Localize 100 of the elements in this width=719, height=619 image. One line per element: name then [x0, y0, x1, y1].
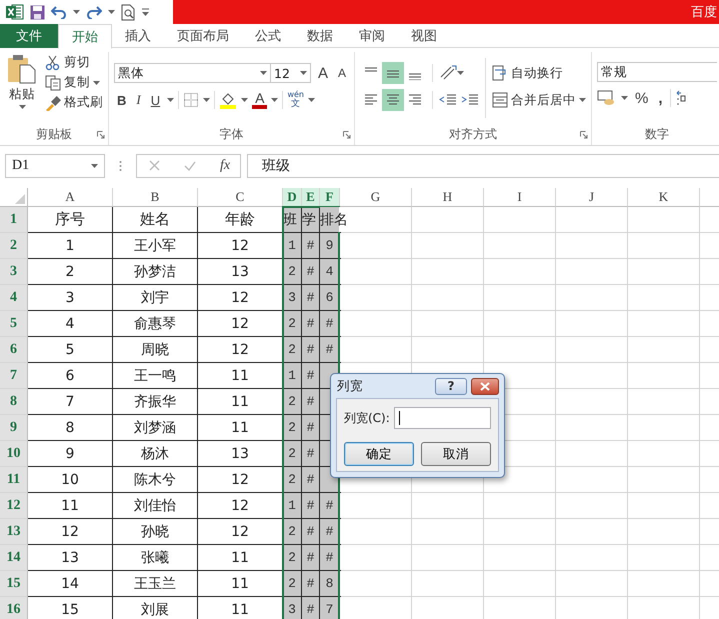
- ribbon-tab[interactable]: 审阅: [346, 24, 398, 48]
- ribbon-tab[interactable]: 数据: [294, 24, 346, 48]
- merge-center-icon[interactable]: [492, 92, 508, 108]
- brush-icon[interactable]: [45, 94, 61, 110]
- paste-label[interactable]: 粘贴: [9, 86, 35, 103]
- align-left-icon[interactable]: [364, 93, 378, 107]
- column-header[interactable]: I: [484, 188, 556, 207]
- middle-align-button[interactable]: [382, 62, 404, 84]
- row-header[interactable]: 2: [0, 233, 28, 259]
- column-header[interactable]: K: [628, 188, 700, 207]
- caret-icon[interactable]: [308, 98, 316, 102]
- close-button[interactable]: [471, 378, 499, 394]
- row-header[interactable]: 3: [0, 259, 28, 285]
- row-header[interactable]: 13: [0, 519, 28, 545]
- caret-icon[interactable]: [579, 98, 586, 102]
- font-size-dropdown[interactable]: 12: [270, 63, 311, 83]
- underline-button[interactable]: U: [148, 92, 164, 108]
- copy-icon[interactable]: [45, 74, 61, 90]
- row-header[interactable]: 16: [0, 597, 28, 619]
- copy-button[interactable]: 复制: [64, 74, 90, 91]
- caret-icon[interactable]: [18, 105, 26, 109]
- name-box[interactable]: D1: [5, 154, 105, 178]
- redo-icon[interactable]: [86, 5, 102, 19]
- row-header[interactable]: 11: [0, 467, 28, 493]
- undo-icon[interactable]: [51, 5, 67, 19]
- ribbon-tab[interactable]: 视图: [398, 24, 450, 48]
- caret-icon[interactable]: [108, 10, 115, 14]
- percent-button[interactable]: %: [632, 90, 652, 106]
- print-preview-icon[interactable]: [121, 4, 136, 20]
- ribbon-tab[interactable]: 插入: [112, 24, 164, 48]
- column-width-field[interactable]: [394, 407, 491, 429]
- column-header[interactable]: G: [340, 188, 412, 207]
- comma-button[interactable]: ,: [655, 90, 666, 106]
- insert-function-button[interactable]: fx: [220, 158, 230, 174]
- row-header[interactable]: 7: [0, 363, 28, 389]
- ribbon-tab[interactable]: 开始: [58, 24, 112, 49]
- caret-icon[interactable]: [241, 98, 248, 102]
- orientation-icon[interactable]: [439, 65, 458, 81]
- caret-icon[interactable]: [457, 71, 464, 75]
- row-header[interactable]: 12: [0, 493, 28, 519]
- dialog-launcher-icon[interactable]: [97, 131, 105, 139]
- format-painter-button[interactable]: 格式刷: [64, 94, 103, 111]
- caret-icon[interactable]: [260, 71, 267, 75]
- grow-font-button[interactable]: A: [315, 64, 332, 82]
- check-icon[interactable]: [184, 160, 196, 170]
- row-header[interactable]: 5: [0, 311, 28, 337]
- wrap-text-icon[interactable]: [492, 65, 508, 81]
- caret-icon[interactable]: [91, 164, 98, 168]
- scissors-icon[interactable]: [45, 54, 61, 70]
- phonetic-button[interactable]: wén 文: [287, 91, 304, 109]
- row-header[interactable]: 15: [0, 571, 28, 597]
- number-format-dropdown[interactable]: 常规: [597, 62, 718, 82]
- bold-button[interactable]: B: [114, 92, 130, 108]
- align-center-icon[interactable]: [386, 93, 400, 107]
- caret-icon[interactable]: [93, 80, 100, 84]
- shrink-font-button[interactable]: A: [335, 66, 350, 80]
- cancel-button[interactable]: 取消: [421, 442, 491, 466]
- caret-icon[interactable]: [300, 71, 307, 75]
- dialog-launcher-icon[interactable]: [343, 131, 352, 139]
- font-name-dropdown[interactable]: 黑体: [114, 63, 271, 83]
- row-header[interactable]: 4: [0, 285, 28, 311]
- column-header[interactable]: E: [302, 188, 320, 207]
- row-header[interactable]: 10: [0, 441, 28, 467]
- column-header[interactable]: A: [28, 188, 113, 207]
- drag-handle-icon[interactable]: [119, 160, 122, 172]
- font-color-button[interactable]: A: [252, 92, 268, 108]
- ok-button[interactable]: 确定: [344, 442, 414, 466]
- column-header[interactable]: F: [320, 188, 340, 207]
- row-header[interactable]: 8: [0, 389, 28, 415]
- column-header[interactable]: J: [556, 188, 628, 207]
- fill-color-icon[interactable]: [219, 91, 238, 109]
- row-header[interactable]: 6: [0, 337, 28, 363]
- caret-icon[interactable]: [271, 98, 278, 102]
- caret-icon[interactable]: [203, 98, 210, 102]
- column-header[interactable]: D: [283, 188, 302, 207]
- close-icon[interactable]: [480, 382, 490, 390]
- row-header[interactable]: 9: [0, 415, 28, 441]
- ribbon-tab[interactable]: 文件: [0, 24, 58, 48]
- italic-button[interactable]: I: [133, 92, 144, 108]
- caret-icon[interactable]: [621, 96, 628, 100]
- border-icon[interactable]: [183, 92, 200, 108]
- save-icon[interactable]: [30, 4, 45, 20]
- help-button[interactable]: ?: [435, 378, 467, 394]
- center-align-button[interactable]: [382, 89, 404, 111]
- paste-icon[interactable]: [7, 54, 37, 84]
- ribbon-tab[interactable]: 公式: [242, 24, 294, 48]
- dialog-launcher-icon[interactable]: [580, 131, 588, 139]
- caret-icon[interactable]: [73, 10, 80, 14]
- column-header[interactable]: H: [412, 188, 484, 207]
- cut-button[interactable]: 剪切: [64, 54, 90, 71]
- align-right-icon[interactable]: [408, 93, 422, 107]
- row-header[interactable]: 14: [0, 545, 28, 571]
- row-header[interactable]: 1: [0, 207, 28, 233]
- column-header[interactable]: B: [113, 188, 198, 207]
- column-header[interactable]: C: [198, 188, 283, 207]
- wrap-text-button[interactable]: 自动换行: [511, 64, 564, 82]
- caret-icon[interactable]: [167, 98, 174, 102]
- formula-field[interactable]: 班级: [247, 154, 719, 178]
- customize-toolbar-icon[interactable]: [142, 8, 149, 16]
- ribbon-tab[interactable]: 页面布局: [164, 24, 242, 48]
